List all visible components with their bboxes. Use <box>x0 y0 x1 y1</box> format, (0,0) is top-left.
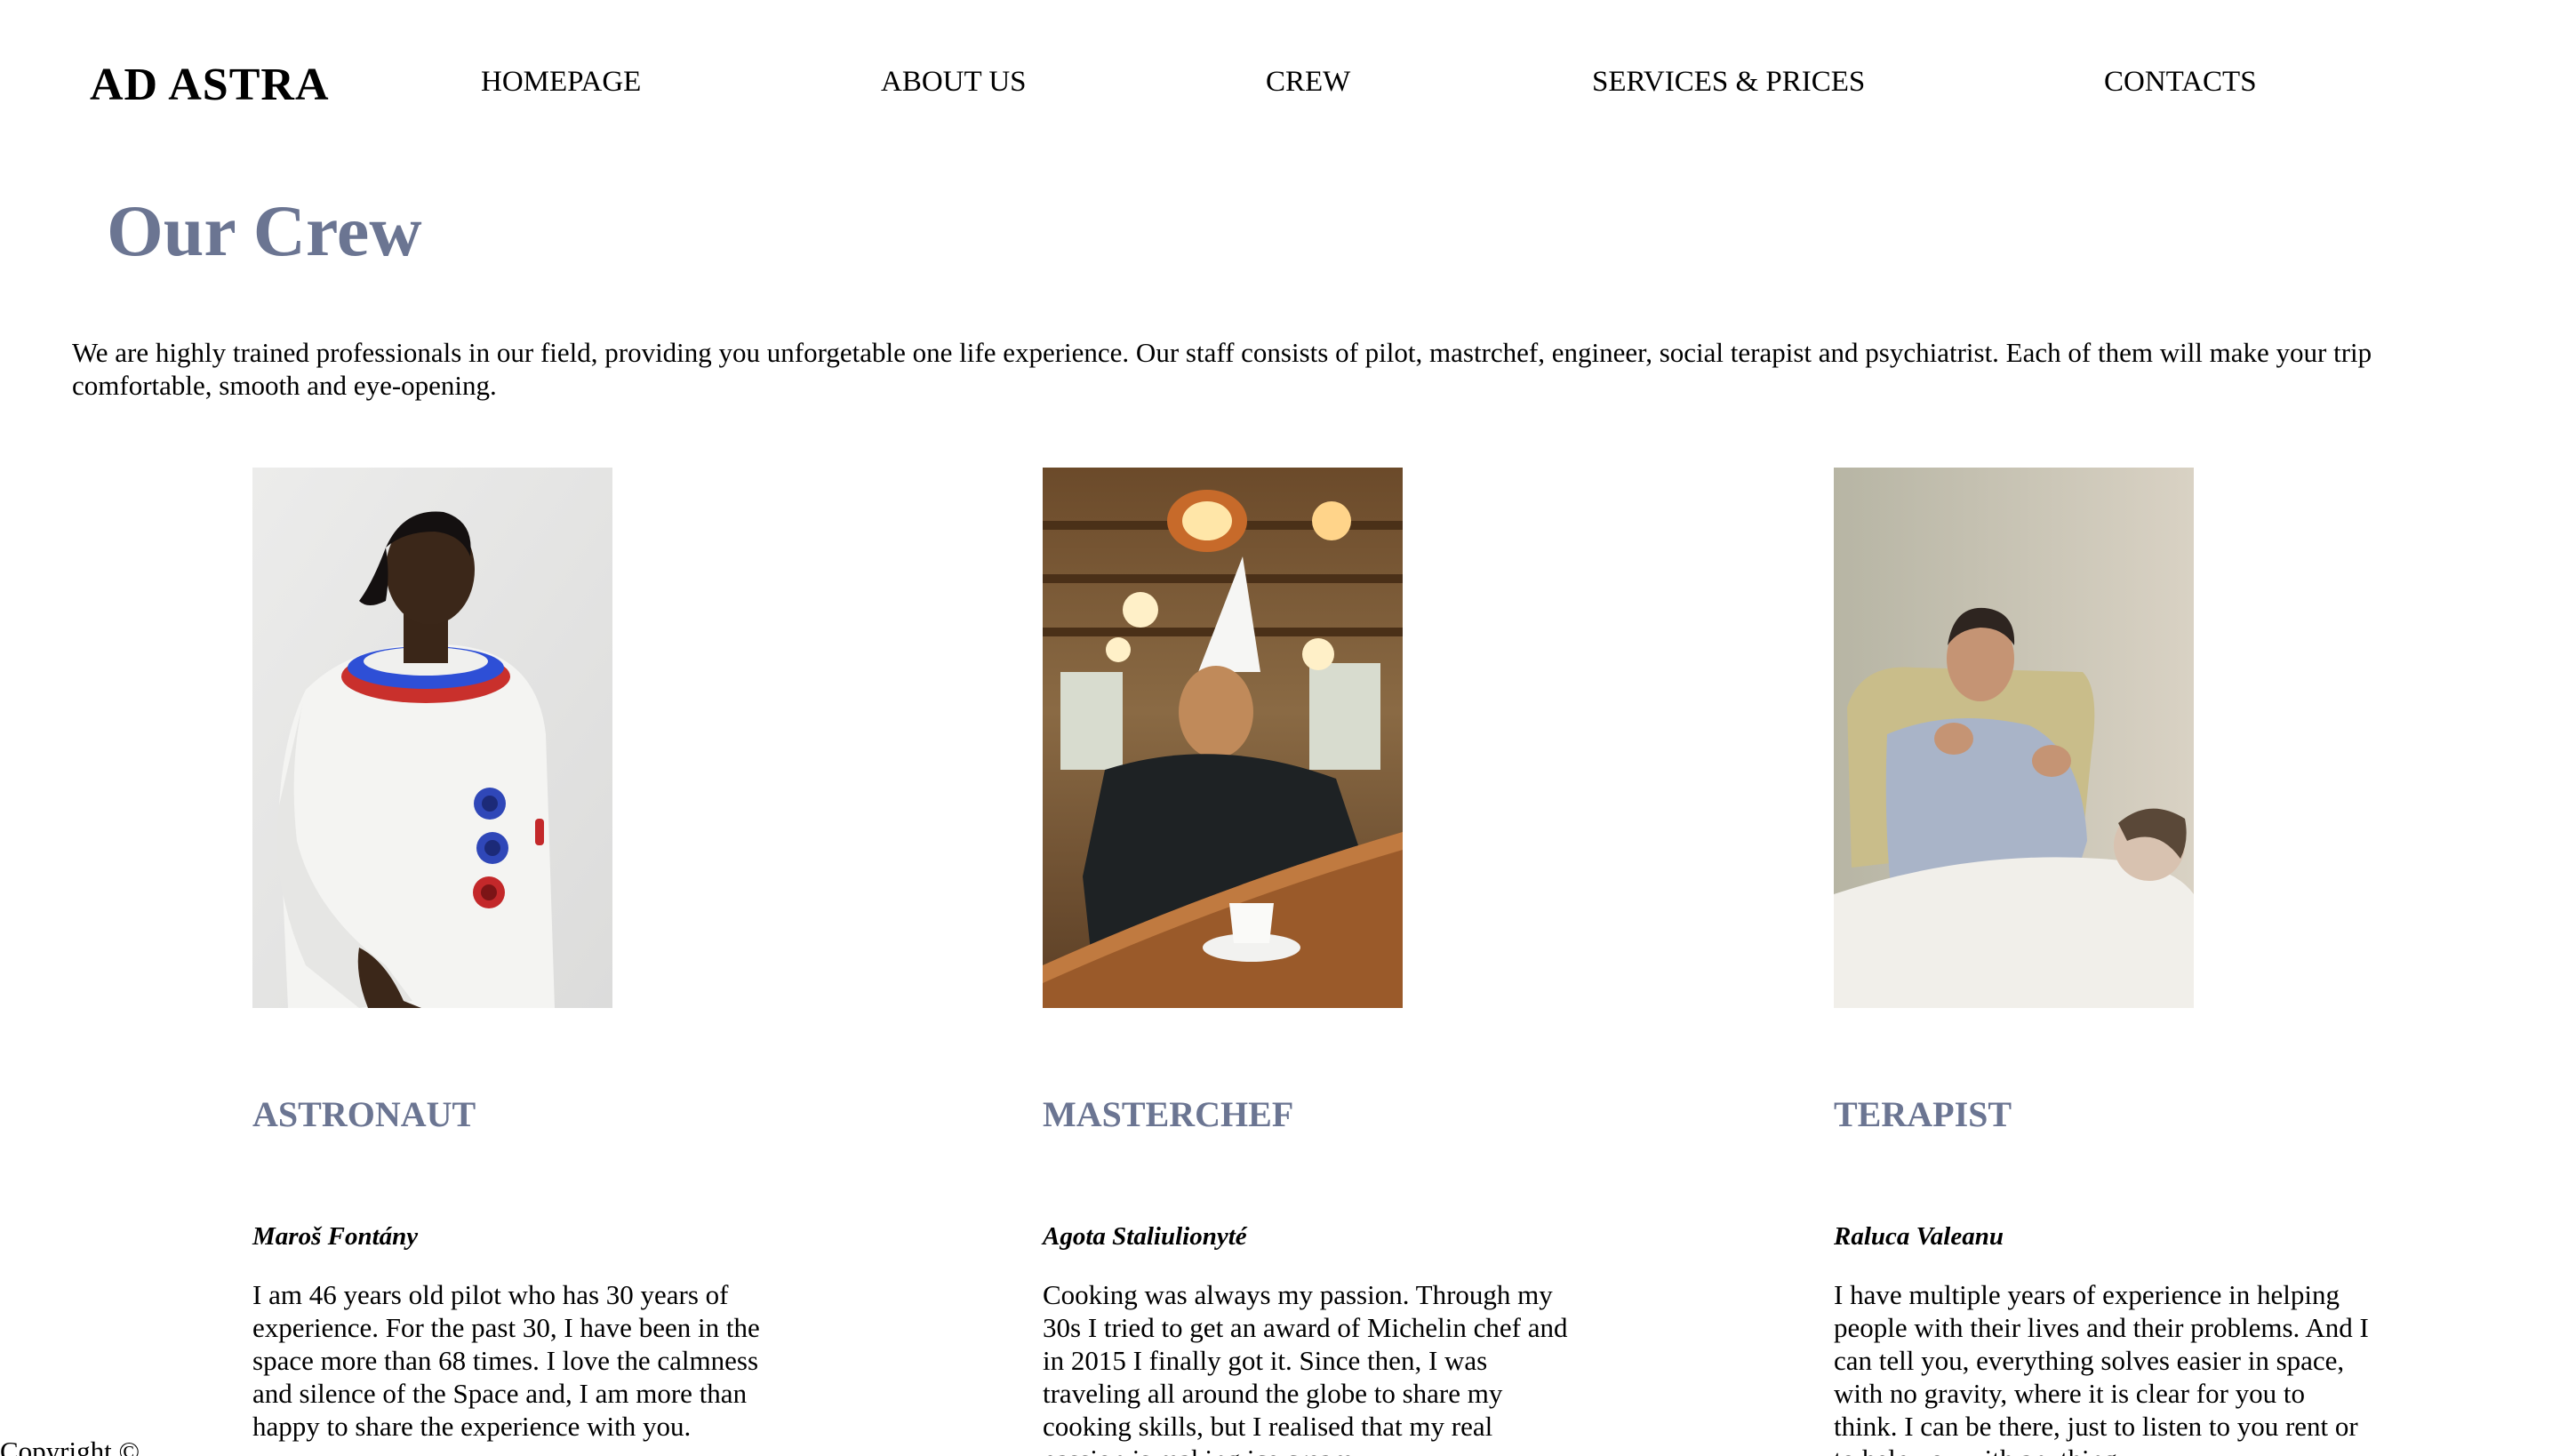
nav-contacts[interactable]: CONTACTS <box>2104 66 2257 100</box>
page-title: Our Crew <box>107 190 422 271</box>
chef-photo <box>1043 468 1403 1008</box>
crew-member-name: Raluca Valeanu <box>1834 1222 2004 1251</box>
nav-crew[interactable]: CREW <box>1266 66 1350 100</box>
therapist-photo <box>1834 468 2194 1008</box>
intro-text: We are highly trained professionals in o… <box>72 337 2372 401</box>
crew-member-bio: I am 46 years old pilot who has 30 years… <box>252 1279 760 1442</box>
crew-member-name: Agota Staliulionyté <box>1043 1222 1247 1251</box>
brand-logo[interactable]: AD ASTRA <box>90 59 330 112</box>
role-title: MASTERCHEF <box>1043 1094 1294 1134</box>
crew-member-bio: Cooking was always my passion. Through m… <box>1043 1279 1568 1456</box>
nav-about-us[interactable]: ABOUT US <box>881 66 1027 100</box>
role-title: TERAPIST <box>1834 1094 2012 1134</box>
crew-member-name: Maroš Fontány <box>252 1222 419 1251</box>
astronaut-photo <box>252 468 612 1008</box>
footer-copyright: Copyright © <box>0 1436 140 1456</box>
nav-services-prices[interactable]: SERVICES & PRICES <box>1592 66 1865 100</box>
nav-homepage[interactable]: HOMEPAGE <box>481 66 641 100</box>
role-title: ASTRONAUT <box>252 1094 476 1134</box>
crew-member-bio: I have multiple years of experience in h… <box>1834 1279 2369 1456</box>
